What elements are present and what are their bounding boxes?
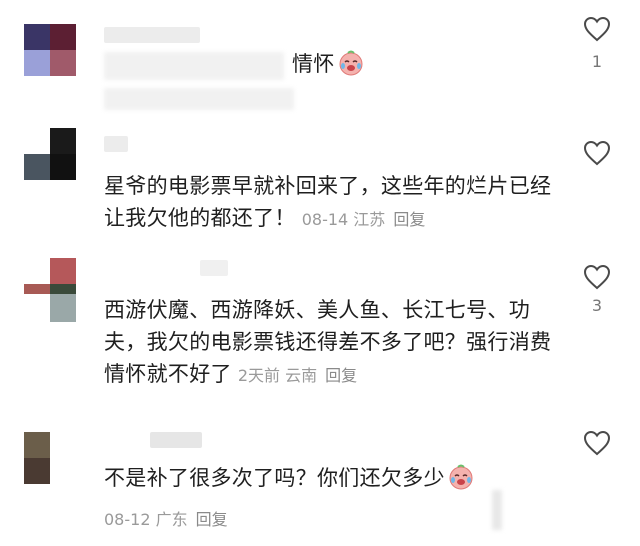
heart-icon bbox=[583, 264, 611, 290]
redacted-block bbox=[492, 490, 502, 530]
avatar[interactable] bbox=[24, 24, 76, 76]
comment-date: 08-12 bbox=[104, 510, 151, 529]
avatar-lower bbox=[24, 294, 76, 322]
crying-laughing-emoji-icon bbox=[448, 464, 474, 490]
like-count: 1 bbox=[591, 52, 603, 71]
redacted-text bbox=[104, 52, 284, 80]
reply-button[interactable]: 回复 bbox=[325, 366, 357, 385]
comment-text: 西游伏魔、西游降妖、美人鱼、长江七号、功夫，我欠的电影票钱还得差不多了吧？强行消… bbox=[104, 298, 552, 386]
like-count: 3 bbox=[591, 296, 603, 315]
username-redacted[interactable] bbox=[150, 432, 202, 448]
comment-location: 云南 bbox=[285, 366, 318, 385]
username-redacted[interactable] bbox=[104, 27, 200, 43]
username-redacted[interactable] bbox=[104, 136, 128, 152]
like-button[interactable]: 1 bbox=[580, 16, 614, 71]
avatar[interactable] bbox=[24, 128, 76, 180]
like-button[interactable]: 3 bbox=[580, 264, 614, 315]
comment-meta: 2天前 云南 回复 bbox=[238, 366, 357, 385]
comment-date: 08-14 bbox=[301, 210, 349, 229]
like-button[interactable] bbox=[580, 430, 614, 456]
redacted-text bbox=[104, 88, 294, 110]
comment-text: 情怀 bbox=[292, 48, 412, 80]
heart-icon bbox=[583, 140, 611, 166]
heart-icon bbox=[583, 430, 611, 456]
avatar[interactable] bbox=[24, 432, 76, 484]
comment-location: 广东 bbox=[155, 510, 188, 529]
username-redacted[interactable] bbox=[200, 260, 228, 276]
reply-button[interactable]: 回复 bbox=[393, 210, 425, 229]
heart-icon bbox=[583, 16, 611, 42]
reply-button[interactable]: 回复 bbox=[196, 510, 228, 529]
comment-text: 星爷的电影票早就补回来了，这些年的烂片已经让我欠他的都还了！ 08-14 江苏 回复 bbox=[104, 174, 552, 230]
like-button[interactable] bbox=[580, 140, 614, 166]
comment-date: 2天前 bbox=[237, 366, 280, 385]
comment-meta: 08-14 江苏 回复 bbox=[302, 210, 426, 229]
crying-laughing-emoji-icon bbox=[338, 50, 364, 76]
comment-meta: 08-12 广东 回复 bbox=[104, 506, 228, 530]
comment-location: 江苏 bbox=[353, 210, 386, 229]
comment-text: 不是补了很多次了吗？你们还欠多少 bbox=[104, 462, 559, 494]
